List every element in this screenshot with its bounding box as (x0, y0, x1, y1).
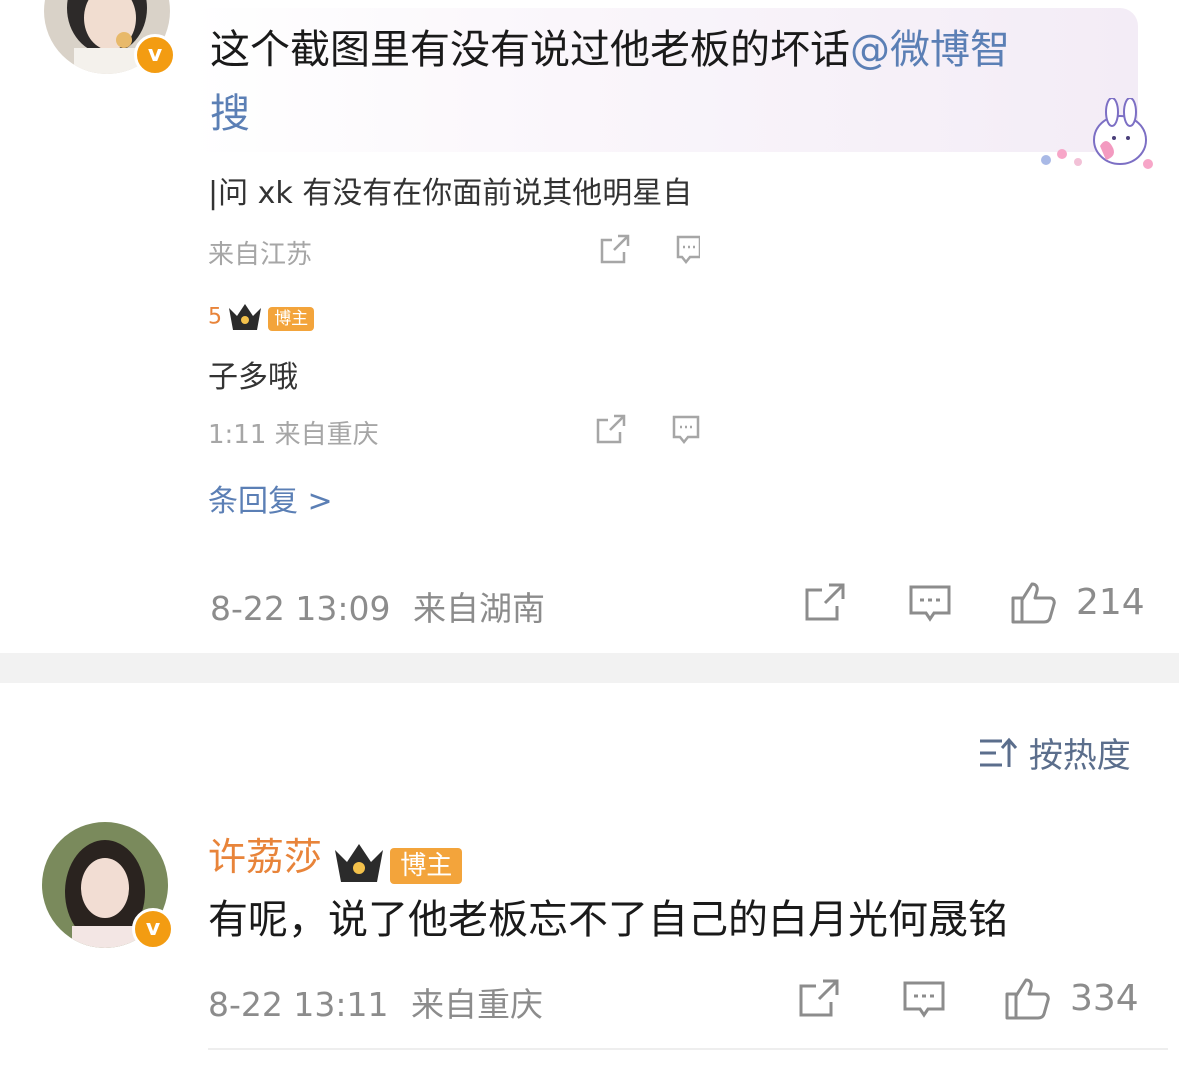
sort-icon (978, 735, 1018, 780)
comment-icon[interactable] (676, 234, 700, 266)
mention-link-wrap[interactable]: 搜 (210, 91, 250, 137)
crown-icon (227, 302, 263, 336)
comment-meta: 8-22 13:11 来自重庆 (208, 978, 543, 1026)
comment-header: 许荔莎 博主 (208, 826, 463, 890)
share-icon[interactable] (594, 412, 628, 446)
sort-by-hot-button[interactable]: 按热度 (978, 728, 1131, 780)
embedded-name-fragment: 5 (208, 304, 222, 330)
like-count: 214 (1076, 582, 1145, 623)
avatar[interactable]: v (42, 822, 174, 950)
comment-text: 有呢，说了他老板忘不了自己的白月光何晟铭 (208, 897, 1008, 943)
comment-location: 来自湖南 (413, 589, 545, 628)
like-count: 334 (1070, 978, 1139, 1019)
share-icon[interactable] (798, 978, 840, 1018)
sort-label: 按热度 (1028, 736, 1131, 776)
embedded-meta: 来自江苏 (208, 240, 313, 270)
comment-date: 8-22 13:11 (208, 985, 389, 1024)
comment-location: 来自重庆 (411, 985, 543, 1024)
like-icon[interactable] (1010, 580, 1058, 624)
more-replies-link[interactable]: 条回复 > (208, 476, 333, 520)
blogger-badge: 博主 (390, 847, 463, 884)
crown-icon (333, 842, 385, 890)
verified-badge-icon: v (132, 908, 174, 950)
verified-badge-icon: v (134, 34, 176, 76)
bunny-sticker-icon (1030, 97, 1160, 182)
share-icon[interactable] (598, 232, 632, 266)
blogger-badge: 博主 (268, 307, 315, 331)
comment-icon[interactable] (902, 980, 946, 1020)
comment-body: 这个截图里有没有说过他老板的坏话 (210, 27, 850, 73)
embedded-name-row: 5 博主 (208, 302, 315, 336)
username[interactable]: 许荔莎 (208, 835, 322, 879)
like-icon[interactable] (1004, 976, 1052, 1020)
comment-icon[interactable] (672, 414, 700, 446)
embedded-reply-meta: 1:11 来自重庆 (208, 420, 379, 450)
comment-text: 这个截图里有没有说过他老板的坏话@微博智 搜 (210, 18, 1120, 146)
mention-link[interactable]: @微博智 (850, 27, 1010, 73)
comment-icon[interactable] (908, 584, 952, 624)
embedded-text-line: |问 xk 有没有在你面前说其他明星自 (208, 176, 693, 211)
embedded-reply-text: 子多哦 (208, 360, 298, 395)
section-divider (0, 653, 1179, 683)
share-icon[interactable] (804, 582, 846, 622)
comment-date: 8-22 13:09 (210, 589, 391, 628)
bottom-divider (208, 1048, 1168, 1050)
avatar[interactable]: v (44, 0, 176, 76)
comment-meta: 8-22 13:09 来自湖南 (210, 582, 545, 630)
